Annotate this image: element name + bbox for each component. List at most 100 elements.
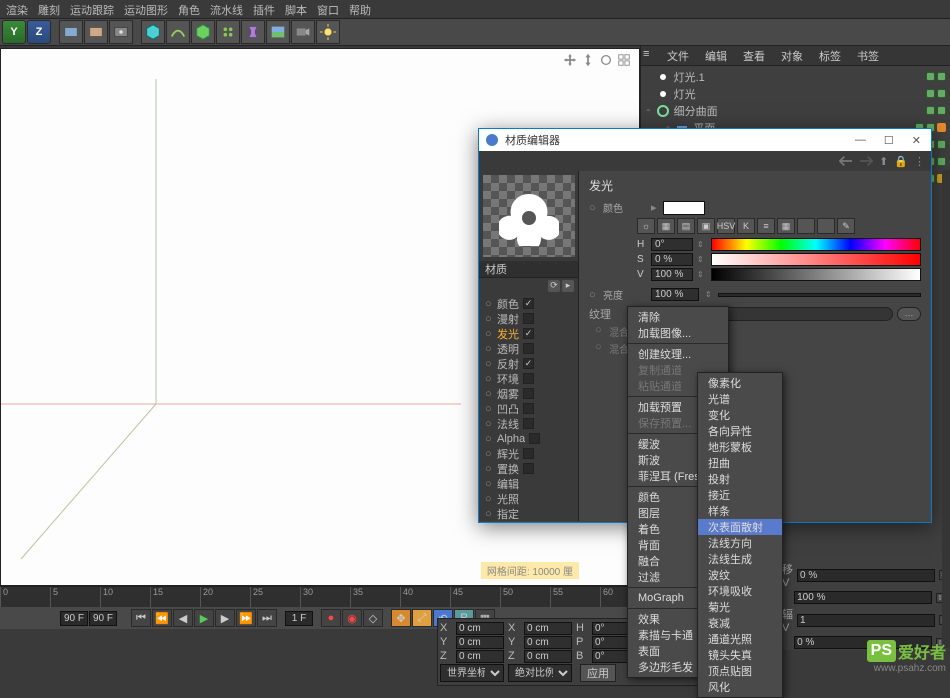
- channel-row[interactable]: ○凹凸: [479, 401, 578, 416]
- channel-row[interactable]: ○光照: [479, 491, 578, 506]
- render-settings-icon[interactable]: [109, 20, 133, 44]
- menu-item[interactable]: 创建纹理...: [628, 346, 728, 362]
- menu-item[interactable]: 地形蒙板: [698, 439, 782, 455]
- object-row[interactable]: -细分曲面: [645, 102, 946, 119]
- prev-frame-icon[interactable]: ◀: [173, 609, 193, 627]
- channel-checkbox[interactable]: [523, 343, 534, 354]
- key-icon[interactable]: ◇: [363, 609, 383, 627]
- channel-checkbox[interactable]: ✓: [523, 358, 534, 369]
- picker-mode-button[interactable]: ≡: [757, 218, 775, 234]
- channel-row[interactable]: ○Alpha: [479, 431, 578, 446]
- spinner-icon[interactable]: ⇕: [697, 270, 707, 279]
- channel-row[interactable]: ○编辑: [479, 476, 578, 491]
- channel-checkbox[interactable]: [523, 448, 534, 459]
- picker-mode-button[interactable]: ▦: [777, 218, 795, 234]
- menu-item[interactable]: 运动图形: [124, 2, 168, 16]
- channel-row[interactable]: ○烟雾: [479, 386, 578, 401]
- environment-icon[interactable]: [266, 20, 290, 44]
- val-slider[interactable]: [711, 268, 921, 281]
- size-z-input[interactable]: [524, 650, 572, 663]
- menu-item[interactable]: 各向异性: [698, 423, 782, 439]
- maximize-button[interactable]: ☐: [880, 134, 898, 147]
- render-region-icon[interactable]: [84, 20, 108, 44]
- channel-checkbox[interactable]: ✓: [523, 328, 534, 339]
- texture-browse-button[interactable]: …: [897, 307, 921, 321]
- goto-start-icon[interactable]: ⏮: [131, 609, 151, 627]
- cube-icon[interactable]: [141, 20, 165, 44]
- picker-mode-button[interactable]: [797, 218, 815, 234]
- sat-input[interactable]: [651, 253, 693, 266]
- channel-checkbox[interactable]: [523, 388, 534, 399]
- hue-slider[interactable]: [711, 238, 921, 251]
- spinner-icon[interactable]: ⇕: [697, 240, 707, 249]
- menu-item[interactable]: 扭曲: [698, 455, 782, 471]
- mat-tool-icon[interactable]: ▸: [562, 280, 574, 292]
- vp-layout-icon[interactable]: [617, 53, 631, 67]
- channel-row[interactable]: ○颜色✓: [479, 296, 578, 311]
- spline-icon[interactable]: [166, 20, 190, 44]
- menu-item[interactable]: 渲染: [6, 2, 28, 16]
- picker-mode-button[interactable]: ☼: [637, 218, 655, 234]
- goto-end-icon[interactable]: ⏭: [257, 609, 277, 627]
- menu-item[interactable]: 清除: [628, 309, 728, 325]
- channel-row[interactable]: ○发光✓: [479, 326, 578, 341]
- hue-input[interactable]: [651, 238, 693, 251]
- menu-item[interactable]: 运动跟踪: [70, 2, 114, 16]
- attr-input[interactable]: [797, 614, 935, 627]
- frame-end-input[interactable]: [60, 611, 88, 626]
- channel-checkbox[interactable]: ✓: [523, 298, 534, 309]
- light-icon[interactable]: [316, 20, 340, 44]
- next-key-icon[interactable]: ⏩: [236, 609, 256, 627]
- picker-mode-button[interactable]: [817, 218, 835, 234]
- effects-submenu[interactable]: 像素化光谱变化各向异性地形蒙板扭曲投射接近样条次表面散射法线方向法线生成波纹环境…: [697, 372, 783, 698]
- channel-checkbox[interactable]: [523, 373, 534, 384]
- channel-checkbox[interactable]: [523, 313, 534, 324]
- menu-item[interactable]: 顶点贴图: [698, 663, 782, 679]
- next-frame-icon[interactable]: ▶: [215, 609, 235, 627]
- sat-slider[interactable]: [711, 253, 921, 266]
- window-titlebar[interactable]: 材质编辑器 — ☐ ✕: [479, 129, 931, 151]
- frame-end-input2[interactable]: [89, 611, 117, 626]
- move-key-icon[interactable]: ✥: [391, 609, 411, 627]
- channel-row[interactable]: ○法线: [479, 416, 578, 431]
- menu-item[interactable]: 插件: [253, 2, 275, 16]
- camera-icon[interactable]: [291, 20, 315, 44]
- channel-checkbox[interactable]: [529, 433, 540, 444]
- mat-tool-icon[interactable]: ⟳: [548, 280, 560, 292]
- tab[interactable]: 查看: [735, 46, 773, 65]
- brightness-slider[interactable]: [718, 293, 921, 297]
- color-swatch[interactable]: [663, 201, 705, 215]
- menu-item[interactable]: 雕刻: [38, 2, 60, 16]
- menu-item[interactable]: 风化: [698, 679, 782, 695]
- channel-row[interactable]: ○辉光: [479, 446, 578, 461]
- menu-item[interactable]: 流水线: [210, 2, 243, 16]
- spinner-icon[interactable]: ⇕: [697, 255, 707, 264]
- menu-item[interactable]: 法线生成: [698, 551, 782, 567]
- vp-zoom-icon[interactable]: [581, 53, 595, 67]
- menu-item[interactable]: 窗口: [317, 2, 339, 16]
- picker-mode-button[interactable]: ✎: [837, 218, 855, 234]
- menu-item[interactable]: 衰减: [698, 615, 782, 631]
- channel-row[interactable]: ○透明: [479, 341, 578, 356]
- play-icon[interactable]: ▶: [194, 609, 214, 627]
- menu-item[interactable]: 接近: [698, 487, 782, 503]
- size-x-input[interactable]: [524, 622, 572, 635]
- channel-row[interactable]: ○环境: [479, 371, 578, 386]
- render-icon[interactable]: [59, 20, 83, 44]
- current-frame-input[interactable]: [285, 611, 313, 626]
- record-icon[interactable]: ●: [321, 609, 341, 627]
- pos-z-input[interactable]: [456, 650, 504, 663]
- picker-mode-button[interactable]: ▦: [657, 218, 675, 234]
- menu-item[interactable]: 光谱: [698, 391, 782, 407]
- vp-move-icon[interactable]: [563, 53, 577, 67]
- channel-checkbox[interactable]: [523, 463, 534, 474]
- panel-menu-icon[interactable]: ≡: [641, 46, 659, 65]
- menu-item[interactable]: 样条: [698, 503, 782, 519]
- brightness-input[interactable]: [651, 288, 699, 301]
- menu-item[interactable]: 帮助: [349, 2, 371, 16]
- attr-input[interactable]: [794, 591, 932, 604]
- pos-x-input[interactable]: [456, 622, 504, 635]
- tab[interactable]: 书签: [849, 46, 887, 65]
- close-button[interactable]: ✕: [908, 134, 925, 147]
- deformer-icon[interactable]: [241, 20, 265, 44]
